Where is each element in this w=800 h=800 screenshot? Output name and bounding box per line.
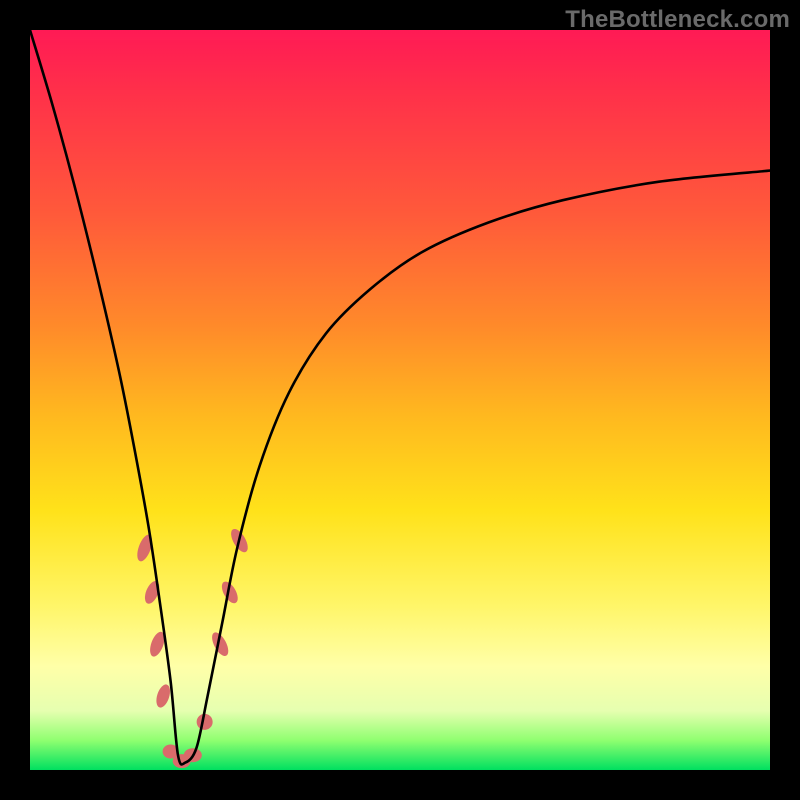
curve-marker bbox=[154, 683, 173, 710]
bottleneck-curve bbox=[30, 30, 770, 764]
plot-area bbox=[30, 30, 770, 770]
watermark-text: TheBottleneck.com bbox=[565, 6, 790, 34]
outer-frame: TheBottleneck.com bbox=[0, 0, 800, 800]
chart-svg bbox=[30, 30, 770, 770]
